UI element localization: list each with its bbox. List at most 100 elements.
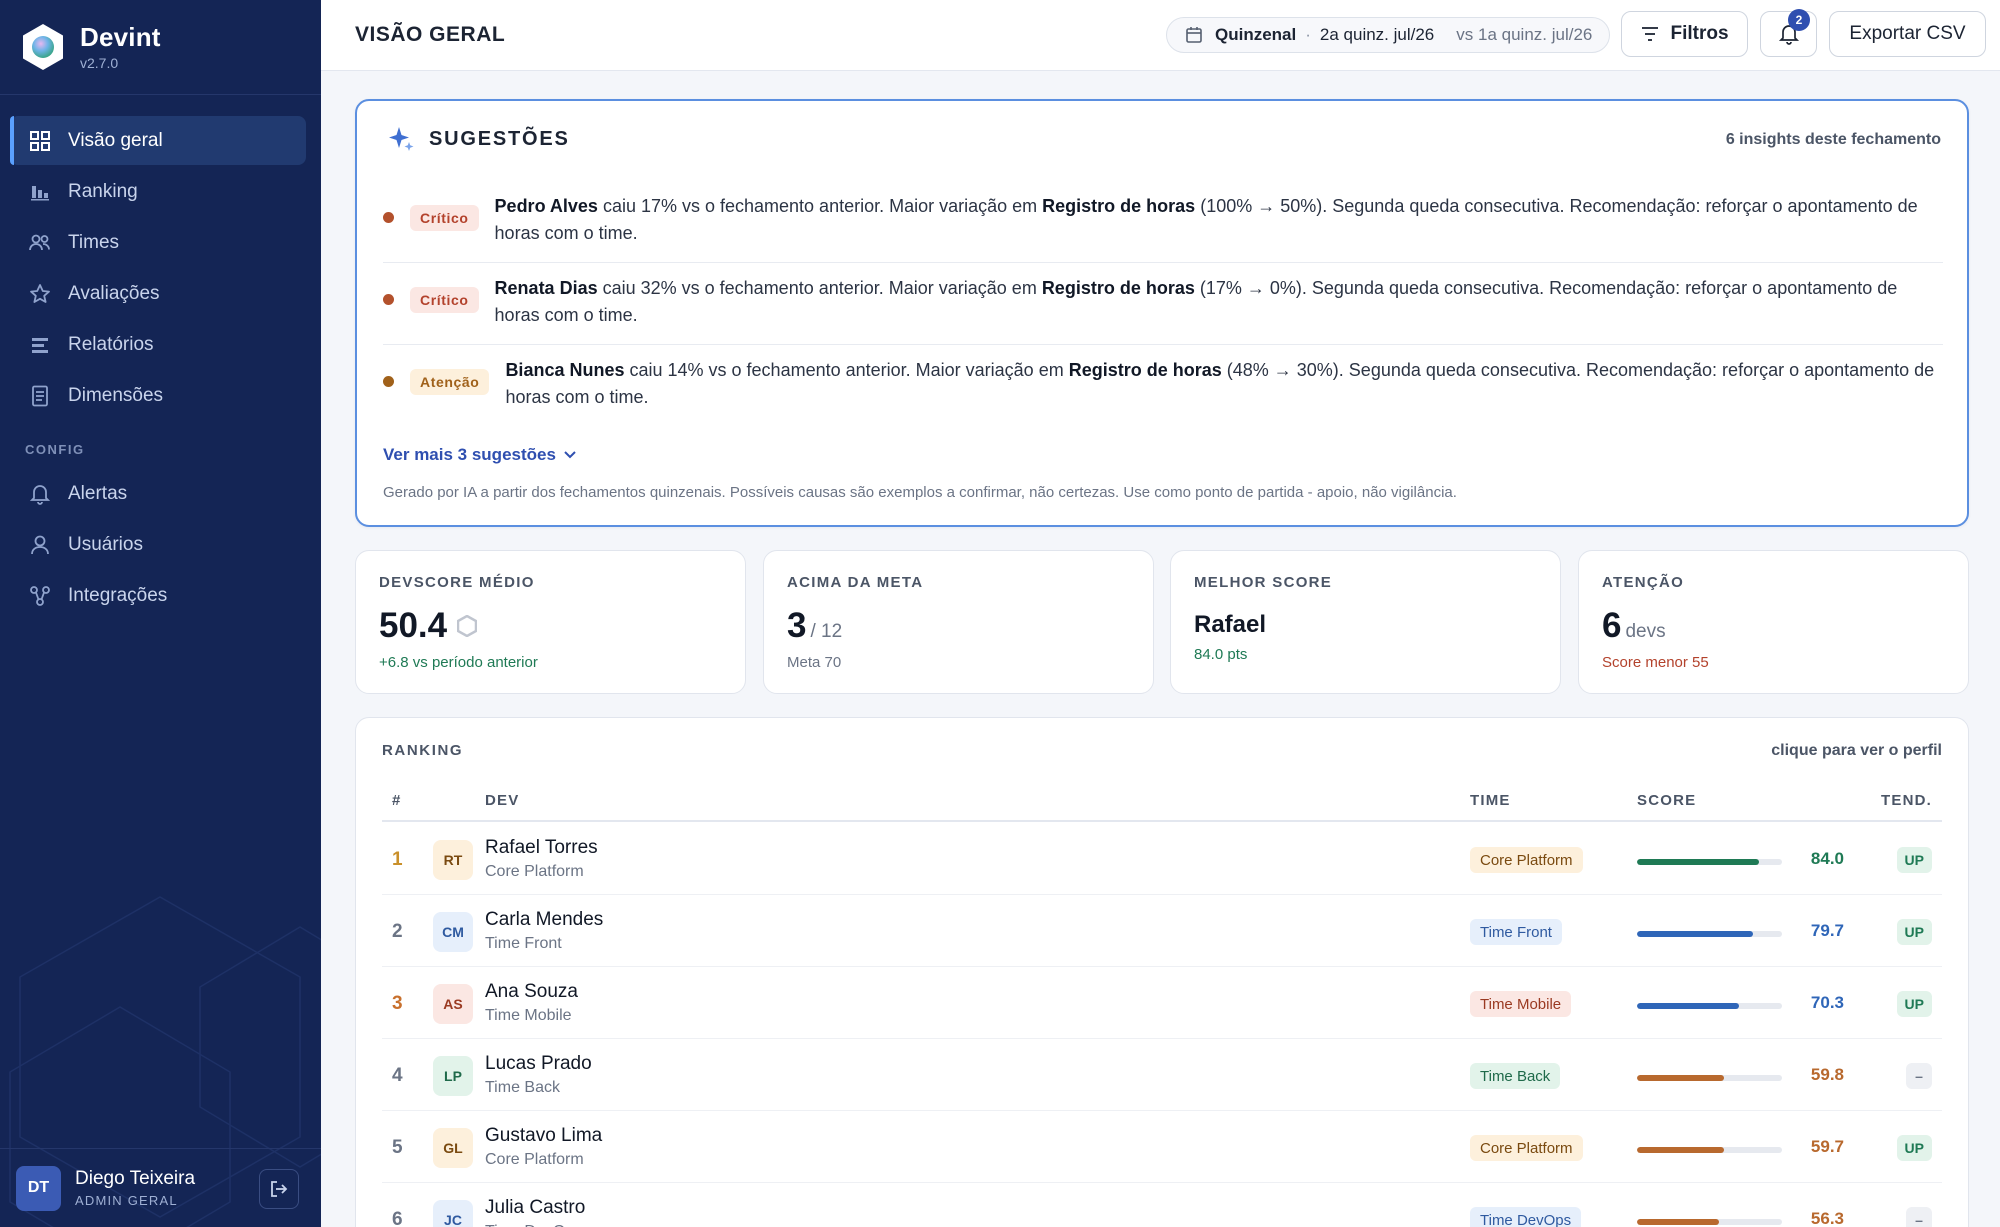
score-bar-fill: [1637, 931, 1753, 937]
suggestion-item[interactable]: Crítico Pedro Alves caiu 17% vs o fecham…: [383, 181, 1943, 263]
sidebar-item-avaliacoes[interactable]: Avaliações: [10, 269, 306, 318]
sidebar-item-dimensoes[interactable]: Dimensões: [10, 371, 306, 420]
list-icon: [28, 333, 52, 357]
score-bar: [1637, 1003, 1782, 1009]
suggestions-count: 6 insights deste fechamento: [1725, 131, 1941, 148]
column-header-score[interactable]: SCORE: [1637, 792, 1696, 809]
score-bar: [1637, 1075, 1782, 1081]
avatar: LP: [433, 1056, 473, 1096]
grid-icon: [28, 129, 52, 153]
column-header-team[interactable]: TIME: [1470, 792, 1511, 809]
dev-name[interactable]: Lucas Prado: [485, 1053, 592, 1075]
filters-button[interactable]: Filtros: [1621, 11, 1748, 57]
sidebar-item-relatorios[interactable]: Relatórios: [10, 320, 306, 369]
rank-position: 4: [392, 1065, 403, 1086]
dev-name[interactable]: Ana Souza: [485, 981, 578, 1003]
sparkle-icon: [389, 127, 414, 151]
dev-name[interactable]: Gustavo Lima: [485, 1125, 602, 1147]
trend-badge: UP: [1896, 847, 1932, 873]
avatar[interactable]: DT: [16, 1165, 61, 1211]
score-bar: [1637, 1219, 1782, 1225]
suggestion-text: Renata Dias caiu 32% vs o fechamento ant…: [495, 275, 1943, 329]
suggestion-item[interactable]: Atenção Bianca Nunes caiu 14% vs o fecha…: [383, 345, 1943, 427]
column-header-trend[interactable]: TEND.: [1881, 792, 1932, 809]
dimension-name: Registro de horas: [1041, 278, 1195, 298]
suggestions-card: SUGESTÕES 6 insights deste fechamento Cr…: [355, 99, 1969, 527]
ranking-title: RANKING: [382, 742, 464, 759]
sidebar-item-alertas[interactable]: Alertas: [10, 469, 306, 518]
dev-team: Time DevOps: [485, 1223, 582, 1227]
score-value: 79.7: [1810, 921, 1844, 940]
suggestion-item[interactable]: Crítico Renata Dias caiu 32% vs o fecham…: [383, 263, 1943, 345]
calendar-icon: [1185, 26, 1203, 44]
sidebar-item-label: Times: [68, 231, 120, 253]
sidebar-item-integracoes[interactable]: Integrações: [10, 571, 306, 620]
period-compare: vs 1a quinz. jul/26: [1456, 25, 1593, 44]
table-header: # DEV TIME SCORE TEND.: [382, 782, 1942, 822]
ranking-card: RANKING clique para ver o perfil # DEV T…: [355, 717, 1969, 1227]
sidebar-item-label: Avaliações: [68, 282, 160, 304]
table-row[interactable]: 2 CM Carla Mendes Time Front Time Front 79.7 U…: [382, 895, 1942, 967]
table-row[interactable]: 6 JC Julia Castro Time DevOps Time DevOps 56.…: [382, 1183, 1942, 1227]
severity-dot: [383, 294, 394, 305]
sidebar-item-label: Usuários: [68, 533, 143, 555]
sidebar-item-usuarios[interactable]: Usuários: [10, 520, 306, 569]
sidebar-item-visao-geral[interactable]: Visão geral: [10, 116, 306, 165]
dev-team: Core Platform: [485, 863, 584, 880]
table-row[interactable]: 3 AS Ana Souza Time Mobile Time Mobile 70.3 UP: [382, 967, 1942, 1039]
table-row[interactable]: 5 GL Gustavo Lima Core Platform Core Platfor…: [382, 1111, 1942, 1183]
kpi-note: +6.8 vs período anterior: [379, 654, 538, 671]
dev-name: Pedro Alves: [494, 196, 598, 216]
avatar: JC: [433, 1200, 473, 1227]
ai-disclaimer: Gerado por IA a partir dos fechamentos q…: [383, 484, 1457, 501]
brand[interactable]: Devint v2.7.0: [22, 22, 161, 71]
dev-name[interactable]: Carla Mendes: [485, 909, 603, 931]
period-current: 2a quinz. jul/26: [1319, 25, 1435, 44]
hexagon-icon: [457, 615, 478, 637]
dev-team: Time Mobile: [485, 1007, 572, 1024]
dimension-name: Registro de horas: [1042, 196, 1196, 216]
dimension-name: Registro de horas: [1068, 360, 1222, 380]
sidebar-item-times[interactable]: Times: [10, 218, 306, 267]
filters-label: Filtros: [1670, 23, 1729, 44]
sidebar-item-ranking[interactable]: Ranking: [10, 167, 306, 216]
table-row[interactable]: 4 LP Lucas Prado Time Back Time Back 59.8 –: [382, 1039, 1942, 1111]
avatar: RT: [433, 840, 473, 880]
avatar: CM: [433, 912, 473, 952]
period-separator: ·: [1305, 25, 1311, 44]
score-value: 59.8: [1810, 1065, 1844, 1084]
severity-badge: Crítico: [410, 205, 479, 231]
kpi-label: ATENÇÃO: [1602, 574, 1685, 591]
kpi-note: Meta 70: [787, 654, 842, 671]
notification-count-badge: 2: [1788, 9, 1810, 31]
period-selector[interactable]: Quinzenal · 2a quinz. jul/26 vs 1a quinz…: [1166, 17, 1610, 53]
logout-icon: [271, 1181, 288, 1197]
logout-button[interactable]: [259, 1169, 299, 1209]
dev-team: Time Back: [485, 1079, 560, 1096]
trend-badge: –: [1906, 1063, 1932, 1089]
notifications-button[interactable]: 2: [1760, 9, 1817, 57]
sidebar-item-label: Dimensões: [68, 384, 164, 406]
star-icon: [28, 282, 52, 306]
ranking-hint: clique para ver o perfil: [1771, 742, 1942, 759]
dev-name[interactable]: Rafael Torres: [485, 837, 598, 859]
dev-name[interactable]: Julia Castro: [485, 1197, 585, 1219]
see-more-label: Ver mais 3 sugestões: [383, 445, 556, 464]
sidebar-item-label: Visão geral: [68, 129, 163, 151]
see-more-suggestions-link[interactable]: Ver mais 3 sugestões: [383, 445, 576, 465]
score-value: 56.3: [1810, 1209, 1844, 1227]
trend-badge: –: [1906, 1207, 1932, 1227]
dev-name: Renata Dias: [494, 278, 598, 298]
table-row[interactable]: 1 RT Rafael Torres Core Platform Core Platfo…: [382, 823, 1942, 895]
export-csv-button[interactable]: Exportar CSV: [1829, 11, 1986, 57]
rank-position: 6: [392, 1209, 403, 1227]
sidebar-item-label: Alertas: [68, 482, 128, 504]
kpi-card-atencao: ATENÇÃO 6 devs Score menor 55: [1578, 550, 1969, 694]
team-chip: Core Platform: [1470, 847, 1583, 873]
kpi-value-total: / 12: [810, 621, 843, 642]
column-header-dev[interactable]: DEV: [485, 792, 519, 809]
integration-icon: [28, 584, 52, 608]
suggestion-text-part: caiu 14% vs o fechamento anterior. Maior…: [624, 360, 1069, 380]
severity-dot: [383, 212, 394, 223]
suggestion-text-part: caiu 32% vs o fechamento anterior. Maior…: [597, 278, 1042, 298]
